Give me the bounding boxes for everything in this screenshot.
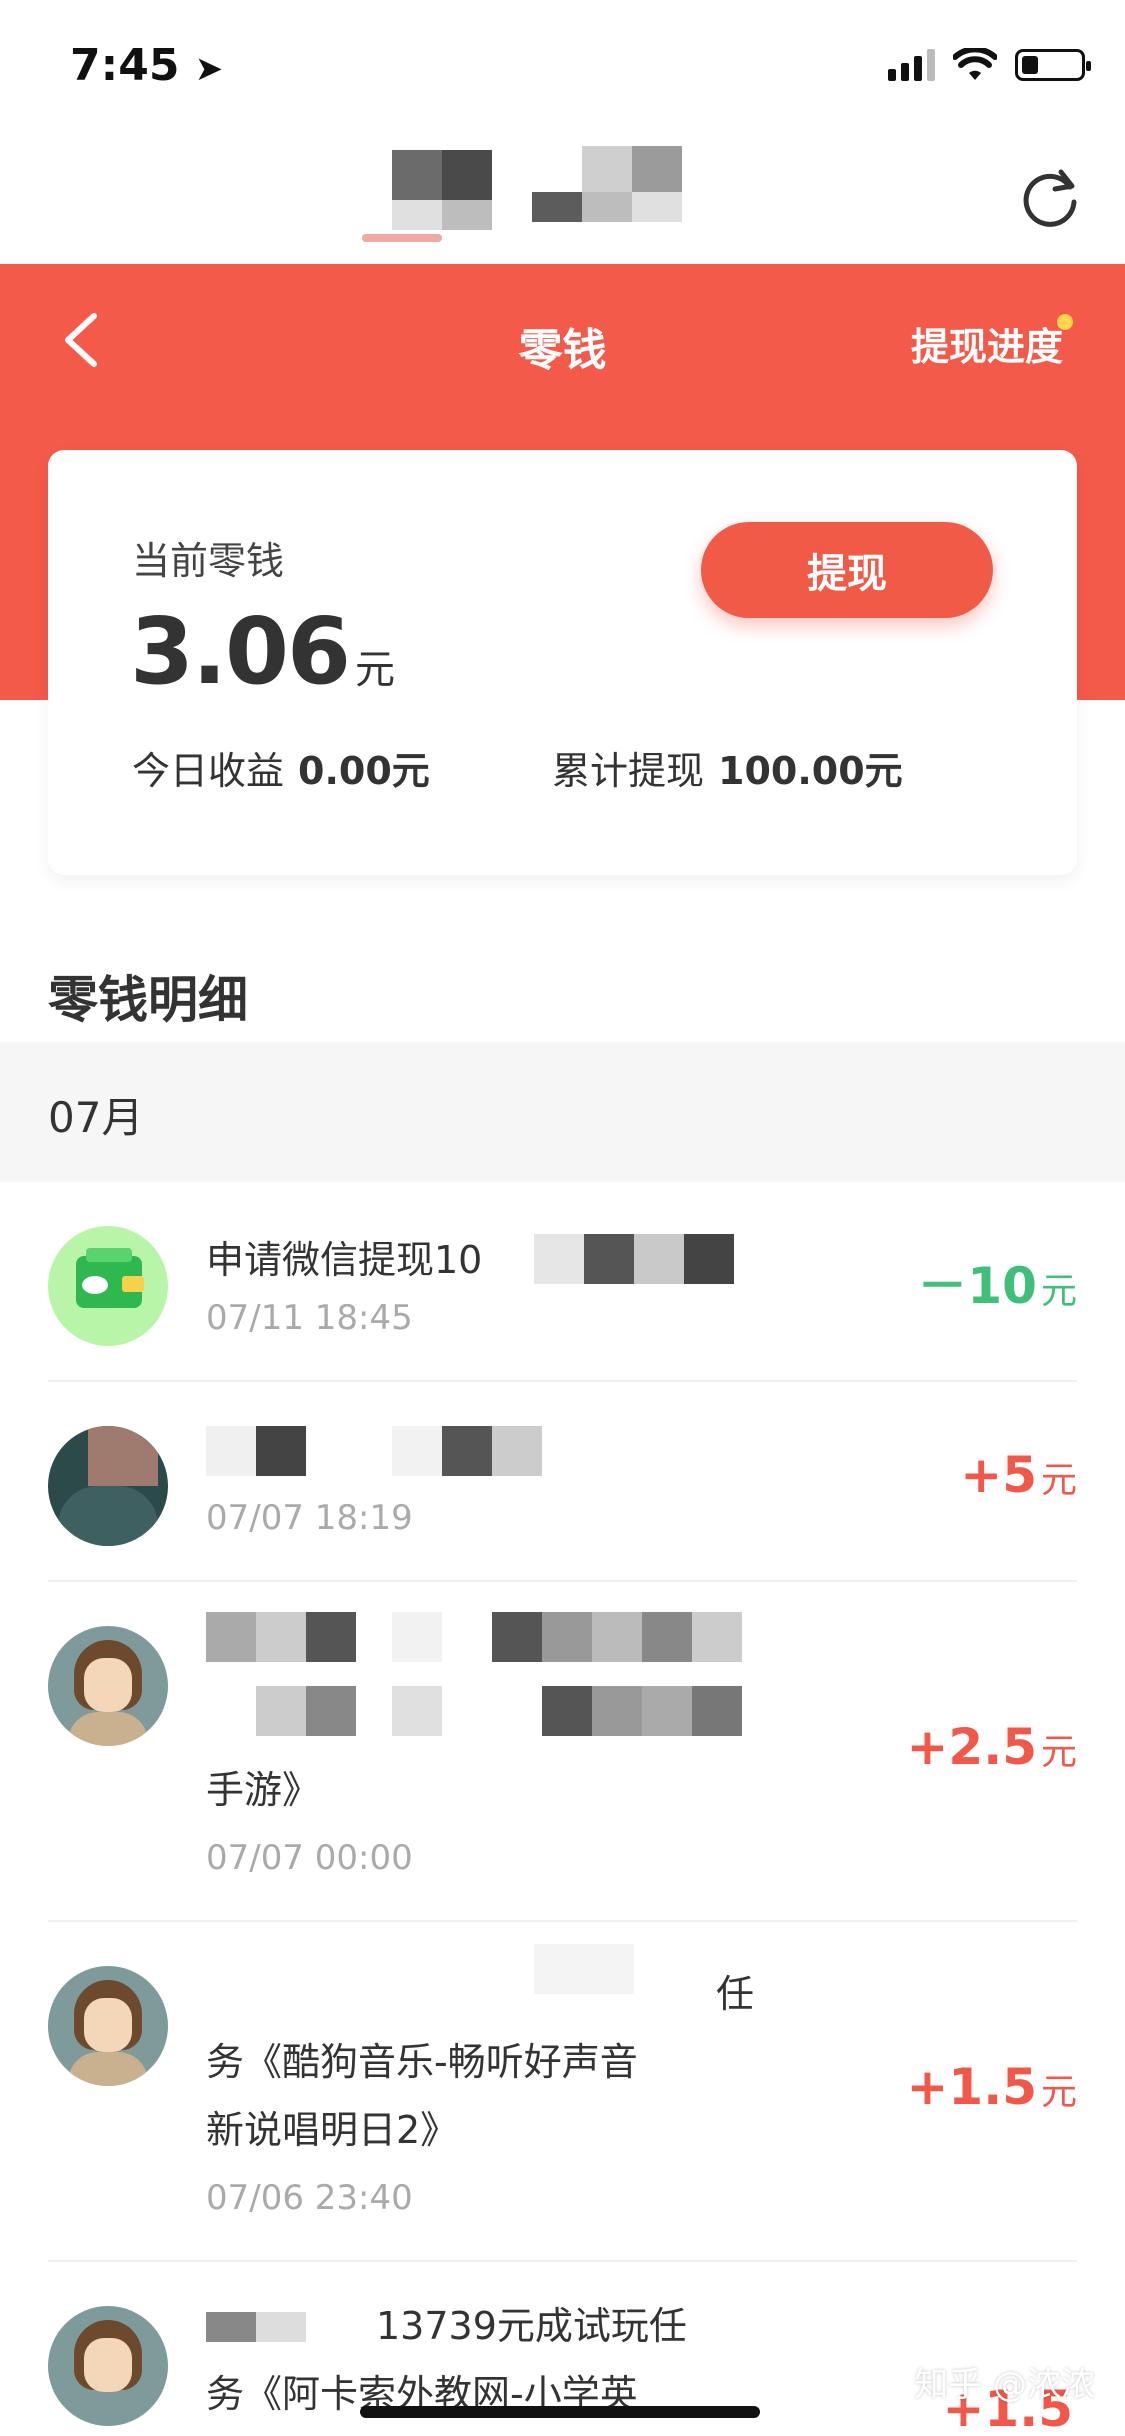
transaction-amount: +1.5 元: [906, 2058, 1078, 2116]
cellular-signal-icon: [888, 49, 935, 81]
watermark: 知乎 @浓浓: [914, 2365, 1095, 2405]
location-arrow-icon: ➤: [194, 49, 224, 89]
wifi-icon: [953, 48, 997, 80]
user-avatar: [48, 1966, 168, 2086]
transaction-time: 07/07 00:00: [206, 1838, 413, 1878]
transaction-title: 任 务《酷狗音乐-畅听好声音 新说唱明日2》: [206, 1972, 755, 2152]
transaction-time: 07/06 23:40: [206, 2178, 413, 2218]
refresh-icon[interactable]: [1015, 162, 1085, 232]
detail-section-title: 零钱明细: [48, 971, 248, 1029]
nav-bar: 零钱 提现进度: [0, 264, 1125, 414]
transaction-amount: －10 元: [917, 1257, 1077, 1315]
transaction-amount: +5 元: [960, 1446, 1077, 1504]
month-label: 07月: [48, 1093, 144, 1142]
withdraw-button[interactable]: 提现: [701, 522, 993, 618]
balance-card: 当前零钱 3.06 元 提现 今日收益 0.00元 累计提现 100.00元: [48, 450, 1077, 875]
balance-amount: 3.06 元: [130, 598, 395, 705]
mini-program-header: [0, 132, 1125, 264]
month-header: 07月: [0, 1042, 1125, 1182]
transaction-row[interactable]: 申请微信提现10 07/11 18:45 －10 元: [48, 1182, 1077, 1382]
withdraw-progress-link[interactable]: 提现进度: [911, 316, 1063, 371]
balance-label: 当前零钱: [132, 539, 285, 583]
transaction-row[interactable]: 07/07 18:19 +5 元: [48, 1382, 1077, 1582]
transaction-row[interactable]: 手游》 07/07 00:00 +2.5 元: [48, 1582, 1077, 1922]
notification-dot: [1057, 314, 1073, 330]
status-icons: [888, 48, 1091, 82]
transaction-time: 07/07 18:19: [206, 1498, 413, 1538]
user-avatar: [48, 1426, 168, 1546]
home-indicator[interactable]: [360, 2406, 760, 2418]
transaction-title: 手游》: [206, 1768, 321, 1812]
transaction-amount: +2.5 元: [906, 1718, 1078, 1776]
user-avatar: [48, 1626, 168, 1746]
today-earnings: 今日收益 0.00元: [132, 749, 430, 793]
wechat-wallet-icon: [48, 1226, 168, 1346]
user-avatar: [48, 2306, 168, 2426]
status-bar: 7:45 ➤: [0, 0, 1125, 132]
total-withdrawn: 累计提现 100.00元: [552, 749, 903, 793]
battery-icon: [1015, 49, 1091, 81]
transaction-time: 07/11 18:45: [206, 1298, 413, 1338]
transaction-row[interactable]: 任 务《酷狗音乐-畅听好声音 新说唱明日2》 07/06 23:40 +1.5 元: [48, 1922, 1077, 2262]
status-time: 7:45 ➤: [70, 40, 224, 91]
